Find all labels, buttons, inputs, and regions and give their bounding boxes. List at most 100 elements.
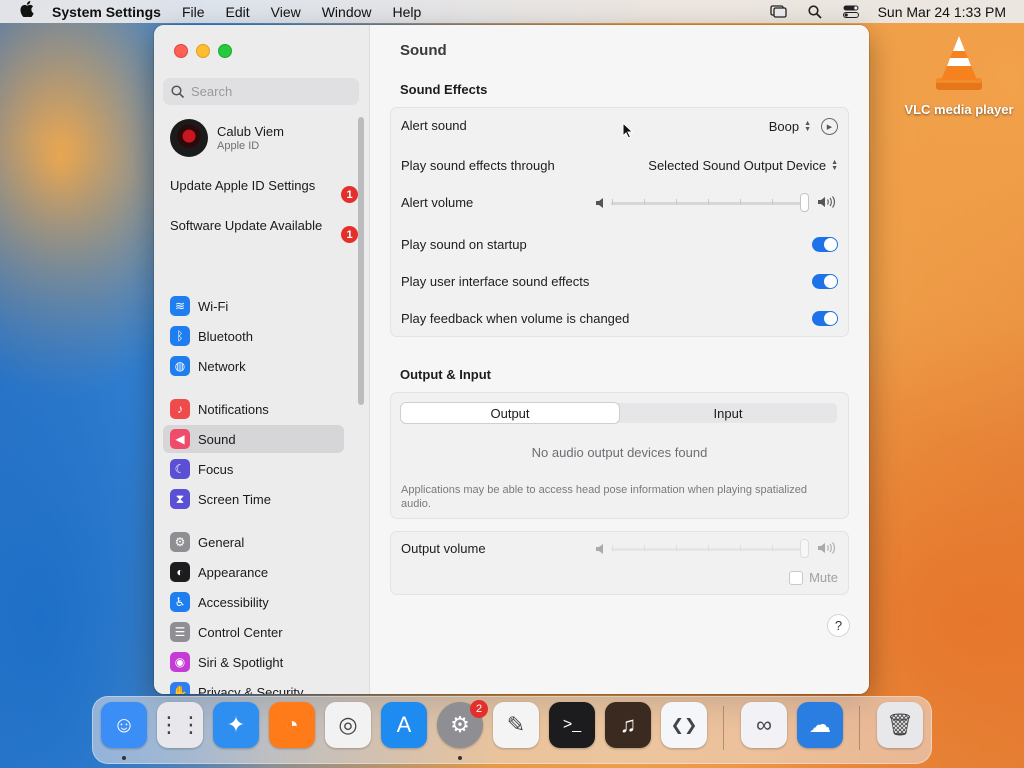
menu-file[interactable]: File (182, 4, 205, 20)
section-title-sound-effects: Sound Effects (400, 82, 488, 97)
help-button[interactable]: ? (828, 615, 849, 636)
dock-app-visual-studio-code[interactable]: ❮❯ (661, 702, 707, 748)
sidebar-item-siri-spotlight[interactable]: ◉ Siri & Spotlight (163, 648, 344, 676)
close-button[interactable] (174, 44, 188, 58)
sidebar-item-label: Screen Time (198, 491, 271, 507)
search-field[interactable]: Search (163, 78, 359, 105)
notice-update-apple-id[interactable]: Update Apple ID Settings 1 (170, 178, 358, 203)
system-settings-icon: ⚙ (450, 712, 470, 737)
desktop-icon-vlc[interactable]: VLC media player (900, 34, 1018, 117)
menu-view[interactable]: View (271, 4, 301, 20)
notice-label: Update Apple ID Settings (170, 178, 316, 193)
app-store-icon: A (396, 712, 412, 737)
sidebar-item-network[interactable]: ◍ Network (163, 352, 344, 380)
dock-separator (859, 706, 860, 750)
volume-feedback-toggle[interactable] (812, 311, 838, 326)
apple-menu-icon[interactable] (18, 1, 36, 22)
wifi-icon: ≋ (170, 296, 190, 316)
tab-input[interactable]: Input (619, 403, 837, 423)
slider-tick (740, 199, 741, 205)
avatar (170, 119, 208, 157)
notice-badge: 1 (341, 226, 358, 243)
sidebar-item-general[interactable]: ⚙ General (163, 528, 344, 556)
spotlight-search-icon[interactable] (806, 4, 824, 19)
output-through-popup[interactable]: Selected Sound Output Device ▲ ▼ (648, 158, 838, 173)
running-indicator (458, 756, 462, 760)
speaker-icon: ◀ (170, 429, 190, 449)
volume-feedback-label: Play feedback when volume is changed (401, 311, 630, 326)
dock-app-trash[interactable]: 🗑 (877, 702, 923, 748)
dock-app-finder[interactable]: ☺ (101, 702, 147, 748)
ui-sound-effects-toggle[interactable] (812, 274, 838, 289)
mute-checkbox[interactable]: Mute (789, 570, 838, 585)
sound-effects-group: Alert sound Boop ▲ ▼ ▶ Play sound effects… (390, 107, 849, 337)
dock-app-visual-studio[interactable]: ∞ (741, 702, 787, 748)
menu-clock[interactable]: Sun Mar 24 1:33 PM (878, 4, 1006, 20)
page-title: Sound (400, 42, 447, 59)
dock-app-weather[interactable]: ☁ (797, 702, 843, 748)
dock-app-textedit[interactable]: ✎ (493, 702, 539, 748)
trash-icon: 🗑 (886, 712, 914, 737)
sidebar-item-appearance[interactable]: ◐ Appearance (163, 558, 344, 586)
sidebar-item-control-center[interactable]: ☰ Control Center (163, 618, 344, 646)
tab-output[interactable]: Output (401, 403, 619, 423)
output-volume-group: Output volume Mute (390, 531, 849, 595)
dock-badge: 2 (470, 700, 488, 718)
minimize-button[interactable] (196, 44, 210, 58)
play-alert-button[interactable]: ▶ (821, 118, 838, 135)
notice-software-update[interactable]: Software Update Available 1 (170, 218, 358, 243)
output-through-value: Selected Sound Output Device (648, 158, 827, 173)
dock-app-firefox[interactable]: ◔ (269, 702, 315, 748)
sidebar-item-screen-time[interactable]: ⧗ Screen Time (163, 485, 344, 513)
menu-help[interactable]: Help (393, 4, 422, 20)
alert-sound-value: Boop (768, 119, 800, 134)
vscode-icon: ❮❯ (670, 717, 698, 734)
firefox-icon: ◔ (285, 712, 299, 737)
dock-app-garageband[interactable]: ♫ (605, 702, 651, 748)
sidebar-item-label: Accessibility (198, 594, 269, 610)
slider-tick (772, 199, 773, 205)
slider-track (611, 202, 807, 205)
control-center-icon[interactable] (842, 5, 860, 19)
dock-app-app-store[interactable]: A (381, 702, 427, 748)
volume-high-icon (818, 541, 836, 560)
no-devices-message: No audio output devices found (531, 445, 708, 460)
menu-edit[interactable]: Edit (226, 4, 250, 20)
sidebar-item-label: Bluetooth (198, 328, 253, 344)
sidebar-item-notifications[interactable]: ♪ Notifications (163, 395, 344, 423)
slider-thumb[interactable] (801, 194, 808, 211)
dock-app-terminal[interactable]: >_ (549, 702, 595, 748)
volume-feedback-row: Play feedback when volume is changed (391, 304, 848, 334)
output-volume-slider[interactable] (596, 534, 841, 564)
sidebar-item-bluetooth[interactable]: ᛒ Bluetooth (163, 322, 344, 350)
sidebar-item-focus[interactable]: ☾ Focus (163, 455, 344, 483)
menu-bar: System Settings File Edit View Window He… (0, 0, 1024, 23)
sidebar-item-accessibility[interactable]: ♿ Accessibility (163, 588, 344, 616)
account-name: Calub Viem (217, 124, 284, 139)
sidebar-item-sound[interactable]: ◀ Sound (163, 425, 344, 453)
alert-volume-slider[interactable] (596, 188, 841, 218)
alert-sound-popup[interactable]: Boop ▲ ▼ ▶ (769, 118, 838, 135)
slider-tick (772, 545, 773, 551)
chrome-icon: ◎ (338, 712, 358, 737)
apple-id-account[interactable]: Calub Viem Apple ID (170, 119, 284, 157)
sidebar-item-privacy-security[interactable]: ✋ Privacy & Security (163, 678, 344, 694)
slider-tick (676, 199, 677, 205)
menu-app-name[interactable]: System Settings (52, 4, 161, 20)
textedit-icon: ✎ (506, 712, 526, 737)
dock-app-chrome[interactable]: ◎ (325, 702, 371, 748)
dock-app-safari[interactable]: ✦ (213, 702, 259, 748)
visual-studio-icon: ∞ (756, 712, 772, 737)
sidebar-item-wi-fi[interactable]: ≋ Wi-Fi (163, 292, 344, 320)
alert-volume-label: Alert volume (401, 195, 474, 210)
screen-mirroring-icon[interactable] (770, 5, 788, 19)
menu-window[interactable]: Window (322, 4, 372, 20)
slider-thumb[interactable] (801, 540, 808, 557)
sidebar-scrollbar[interactable] (358, 117, 364, 405)
dock-app-launchpad[interactable]: ⋮⋮ (157, 702, 203, 748)
volume-high-icon (818, 195, 836, 214)
up-down-chevron-icon: ▲ ▼ (804, 119, 811, 133)
startup-sound-toggle[interactable] (812, 237, 838, 252)
zoom-button[interactable] (218, 44, 232, 58)
terminal-icon: >_ (562, 716, 582, 733)
